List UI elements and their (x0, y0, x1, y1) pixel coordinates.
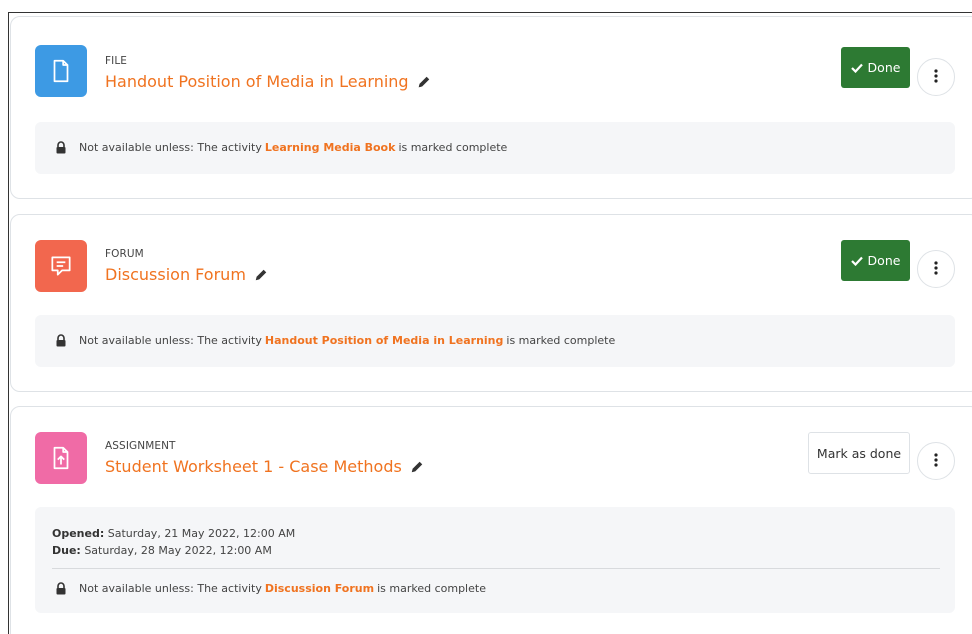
restriction-text: Not available unless: The activity Discu… (55, 582, 486, 595)
opened-date: Opened: Saturday, 21 May 2022, 12:00 AM (52, 527, 296, 540)
activity-type-label: ASSIGNMENT (105, 440, 176, 452)
dates-and-restriction-box: Opened: Saturday, 21 May 2022, 12:00 AM … (35, 507, 955, 613)
activity-title-link[interactable]: Discussion Forum (105, 265, 246, 284)
page-border-top (8, 12, 972, 13)
activity-title-link[interactable]: Student Worksheet 1 - Case Methods (105, 457, 402, 476)
activity-type-label: FILE (105, 55, 128, 67)
actions-menu-button[interactable] (917, 250, 955, 288)
kebab-menu-icon (934, 452, 938, 471)
actions-menu-button[interactable] (917, 442, 955, 480)
restriction-activity-link[interactable]: Handout Position of Media in Learning (265, 334, 504, 347)
restriction-text: Not available unless: The activity Learn… (55, 141, 507, 154)
done-button[interactable]: Done (841, 47, 910, 88)
check-icon (850, 63, 863, 73)
divider (52, 568, 940, 569)
lock-icon (55, 582, 67, 595)
done-button-label: Done (867, 253, 901, 268)
restriction-activity-link[interactable]: Learning Media Book (265, 141, 396, 154)
activity-card-assignment: ASSIGNMENT Student Worksheet 1 - Case Me… (10, 406, 972, 634)
activity-title-link[interactable]: Handout Position of Media in Learning (105, 72, 409, 91)
activity-title-row: Student Worksheet 1 - Case Methods (105, 457, 424, 476)
mark-as-done-button[interactable]: Mark as done (808, 432, 910, 474)
restriction-box: Not available unless: The activity Learn… (35, 122, 955, 174)
pencil-icon[interactable] (254, 268, 268, 282)
activity-card-file: FILE Handout Position of Media in Learni… (10, 16, 972, 199)
check-icon (850, 256, 863, 266)
pencil-icon[interactable] (417, 75, 431, 89)
activity-card-forum: FORUM Discussion Forum Done Not availabl… (10, 214, 972, 392)
activity-title-row: Discussion Forum (105, 265, 268, 284)
lock-icon (55, 141, 67, 154)
done-button-label: Done (867, 60, 901, 75)
file-icon[interactable] (35, 45, 87, 97)
restriction-activity-link[interactable]: Discussion Forum (265, 582, 374, 595)
assignment-icon[interactable] (35, 432, 87, 484)
kebab-menu-icon (934, 68, 938, 87)
restriction-text: Not available unless: The activity Hando… (55, 334, 615, 347)
lock-icon (55, 334, 67, 347)
kebab-menu-icon (934, 260, 938, 279)
due-date: Due: Saturday, 28 May 2022, 12:00 AM (52, 544, 272, 557)
page-border-left (8, 12, 9, 634)
activity-type-label: FORUM (105, 248, 144, 260)
restriction-box: Not available unless: The activity Hando… (35, 315, 955, 367)
done-button[interactable]: Done (841, 240, 910, 281)
activity-title-row: Handout Position of Media in Learning (105, 72, 431, 91)
forum-icon[interactable] (35, 240, 87, 292)
pencil-icon[interactable] (410, 460, 424, 474)
actions-menu-button[interactable] (917, 58, 955, 96)
